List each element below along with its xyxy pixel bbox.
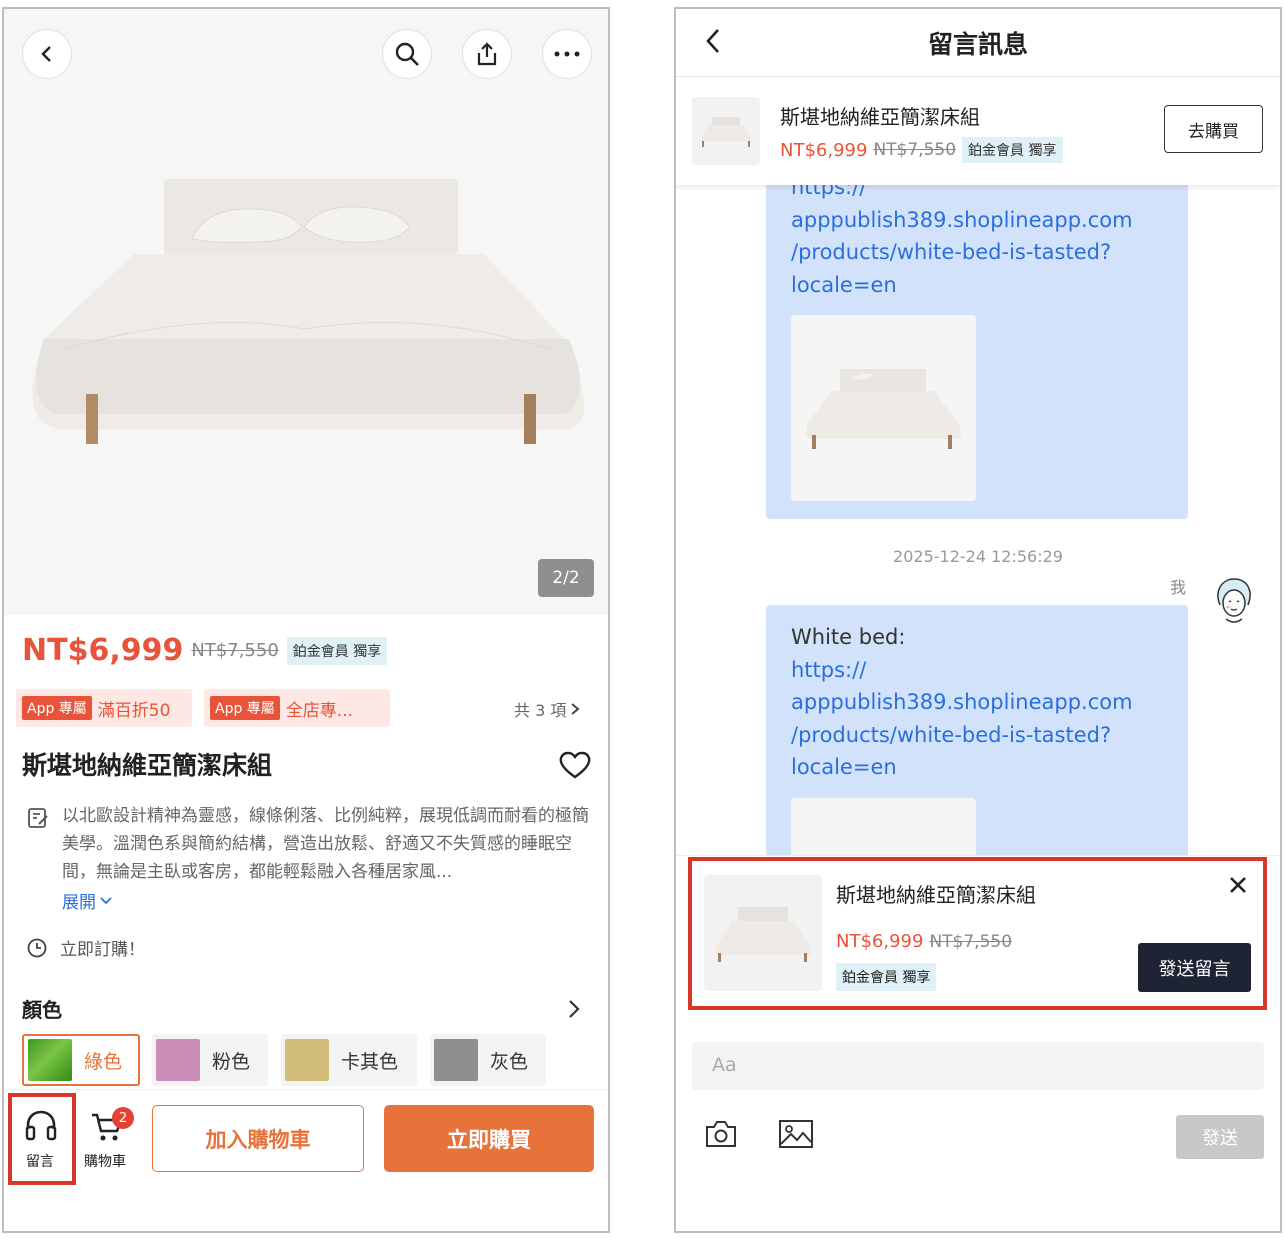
- wishlist-button[interactable]: [558, 750, 592, 784]
- add-to-cart-button[interactable]: 加入購物車: [152, 1105, 364, 1172]
- color-option-khaki[interactable]: 卡其色: [281, 1034, 417, 1086]
- heart-icon: [559, 751, 591, 779]
- color-chip: [156, 1039, 200, 1081]
- bed-thumbnail-image: [714, 907, 812, 962]
- message-bubble: White bed: https:// apppublish389.shopli…: [766, 605, 1188, 984]
- promo-badge[interactable]: App 專屬 滿百折50: [16, 689, 192, 727]
- color-chip: [285, 1039, 329, 1081]
- message-image[interactable]: [791, 315, 976, 501]
- message-link[interactable]: https:// apppublish389.shoplineapp.com /…: [791, 654, 1163, 784]
- product-name: 斯堪地納維亞簡潔床組: [780, 105, 980, 129]
- promo-app-label: App 專屬: [210, 696, 280, 720]
- popup-product-thumbnail: [704, 875, 822, 991]
- color-label: 綠色: [84, 1050, 123, 1073]
- order-text: 立即訂購！: [60, 940, 145, 960]
- color-heading: 顏色: [22, 998, 62, 1022]
- current-price: NT$6,999: [780, 139, 868, 161]
- color-chip: [28, 1039, 72, 1081]
- link-line: locale=en: [791, 272, 897, 297]
- color-chip: [434, 1039, 478, 1081]
- image-icon[interactable]: [778, 1119, 814, 1149]
- message-text: White bed:: [791, 625, 906, 649]
- member-tag: 鉑金會員 獨享: [286, 636, 388, 665]
- sender-label: 我: [1170, 578, 1187, 597]
- camera-icon[interactable]: [704, 1119, 738, 1149]
- share-icon: [477, 42, 497, 66]
- link-line: apppublish389.shoplineapp.com: [791, 207, 1133, 232]
- clock-icon: [27, 938, 47, 957]
- promo-count-label: 共 3 項: [514, 701, 567, 720]
- product-price-row: NT$6,999 NT$7,550 鉑金會員 獨享: [780, 137, 1063, 163]
- promo-app-label: App 專屬: [22, 696, 92, 720]
- link-line: locale=en: [791, 755, 897, 779]
- promo-text: 滿百折50: [97, 700, 171, 721]
- product-description: 以北歐設計精神為靈感，線條俐落、比例純粹，展現低調而耐看的極簡美學。溫潤色系與簡…: [62, 806, 589, 882]
- page-title: 留言訊息: [927, 30, 1028, 59]
- link-line: apppublish389.shoplineapp.com: [791, 690, 1133, 714]
- search-button[interactable]: [382, 29, 432, 79]
- color-label: 粉色: [212, 1050, 251, 1073]
- message-screen: 留言訊息 斯堪地納維亞簡潔床組 NT$6,999 NT$7,550 鉑金會員 獨…: [674, 7, 1282, 1233]
- current-price: NT$6,999: [22, 633, 184, 668]
- member-tag: 鉑金會員 獨享: [836, 963, 937, 991]
- share-button[interactable]: [462, 29, 512, 79]
- chevron-left-icon: [41, 46, 51, 62]
- send-button[interactable]: 發送: [1176, 1115, 1264, 1159]
- original-price: NT$7,550: [929, 931, 1013, 952]
- expand-link[interactable]: 展開: [62, 888, 112, 913]
- color-option-gray[interactable]: 灰色: [430, 1034, 546, 1086]
- bed-image: [32, 179, 584, 444]
- color-option-pink[interactable]: 粉色: [152, 1034, 268, 1086]
- bed-image: [806, 369, 962, 449]
- cart-badge: 2: [112, 1107, 134, 1129]
- search-icon: [395, 42, 419, 66]
- chevron-right-icon[interactable]: [568, 999, 580, 1019]
- description-icon: [28, 808, 48, 828]
- expand-label: 展開: [62, 893, 96, 913]
- chevron-right-icon: [571, 703, 580, 715]
- color-label: 卡其色: [341, 1050, 399, 1073]
- go-buy-button[interactable]: 去購買: [1164, 105, 1263, 153]
- promo-badge[interactable]: App 專屬 全店專...: [204, 689, 390, 727]
- link-line: /products/white-bed-is-tasted?: [791, 240, 1112, 264]
- chat-header: 留言訊息: [676, 9, 1280, 77]
- highlight-box: [8, 1093, 76, 1185]
- more-icon: [554, 51, 580, 57]
- more-button[interactable]: [542, 29, 592, 79]
- close-icon[interactable]: [1228, 875, 1248, 895]
- message-timestamp: 2025-12-24 12:56:29: [893, 547, 1063, 566]
- product-title: 斯堪地納維亞簡潔床組: [22, 751, 273, 780]
- product-thumbnail: [692, 97, 760, 165]
- color-label: 灰色: [490, 1050, 529, 1073]
- price-row: NT$6,999 NT$7,550 鉑金會員 獨享: [22, 633, 388, 668]
- promo-count-link[interactable]: 共 3 項: [514, 697, 580, 721]
- color-option-green[interactable]: 綠色: [22, 1034, 140, 1086]
- current-price: NT$6,999: [836, 931, 924, 952]
- message-input[interactable]: Aa: [692, 1042, 1264, 1090]
- original-price: NT$7,550: [873, 140, 957, 160]
- cart-label: 購物車: [84, 1154, 126, 1170]
- member-tag: 鉑金會員 獨享: [962, 137, 1063, 163]
- buy-now-button[interactable]: 立即購買: [384, 1105, 594, 1172]
- bed-thumbnail-image: [700, 117, 752, 147]
- send-message-button[interactable]: 發送留言: [1138, 943, 1251, 992]
- avatar: [1217, 578, 1251, 623]
- image-counter: 2/2: [538, 559, 594, 597]
- message-bubble: https:// apppublish389.shoplineapp.com /…: [766, 159, 1188, 519]
- popup-price-row: NT$6,999 NT$7,550: [836, 931, 1012, 952]
- product-image-gallery[interactable]: 2/2: [4, 9, 608, 615]
- message-link[interactable]: https:// apppublish389.shoplineapp.com /…: [791, 171, 1163, 301]
- popup-product-name: 斯堪地納維亞簡潔床組: [836, 883, 1036, 907]
- product-card: 斯堪地納維亞簡潔床組 NT$6,999 NT$7,550 鉑金會員 獨享 去購買: [676, 77, 1280, 185]
- link-line: /products/white-bed-is-tasted?: [791, 722, 1112, 747]
- link-line: https://: [791, 657, 867, 682]
- order-note: 立即訂購！: [26, 935, 145, 960]
- product-page-screen: 2/2 NT$6,999 NT$7,550 鉑金會員 獨享 App 專屬 滿百折…: [2, 7, 610, 1233]
- promo-text: 全店專...: [285, 700, 354, 721]
- chevron-down-icon: [100, 896, 112, 904]
- original-price: NT$7,550: [191, 640, 279, 661]
- back-button[interactable]: [22, 29, 72, 79]
